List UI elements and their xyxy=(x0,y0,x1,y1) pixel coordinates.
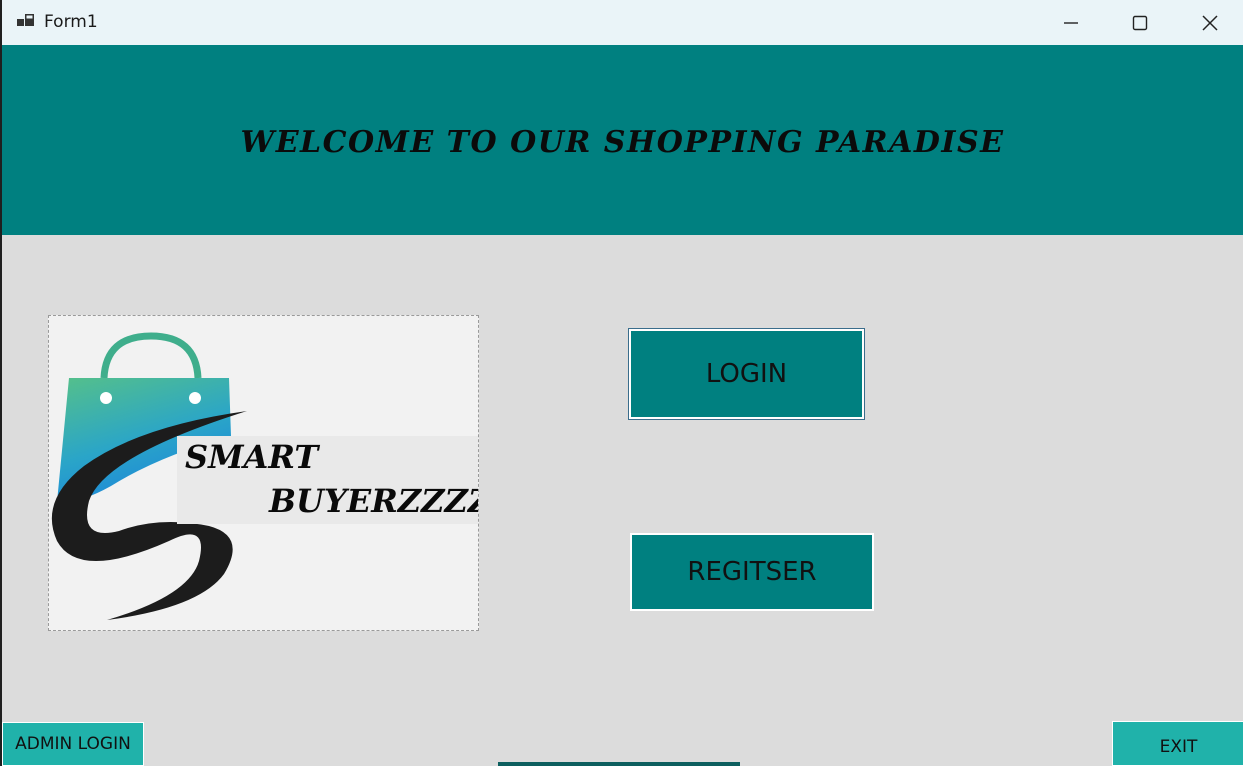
admin-login-button[interactable]: ADMIN LOGIN xyxy=(2,722,144,766)
login-button[interactable]: LOGIN xyxy=(628,328,865,420)
close-icon xyxy=(1202,14,1218,31)
minimize-button[interactable] xyxy=(1036,0,1106,45)
logo-text-buyerzzzz: BUYERZZZZ xyxy=(269,482,479,520)
header-banner: WELCOME TO OUR SHOPPING PARADISE xyxy=(2,45,1243,235)
smart-buyerzzzz-logo: SMART BUYERZZZZ xyxy=(48,315,479,631)
app-window: Form1 WELCOME TO OUR SHOPPING PARADISE S… xyxy=(0,0,1243,766)
close-button[interactable] xyxy=(1175,0,1243,45)
register-button[interactable]: REGITSER xyxy=(630,533,874,611)
maximize-button[interactable] xyxy=(1105,0,1175,45)
title-bar: Form1 xyxy=(2,0,1243,45)
app-window-icon xyxy=(16,12,36,30)
window-title: Form1 xyxy=(44,12,98,32)
welcome-heading: WELCOME TO OUR SHOPPING PARADISE xyxy=(240,125,1005,160)
minimize-icon xyxy=(1064,21,1078,24)
logo-text-smart: SMART xyxy=(185,438,319,476)
exit-button[interactable]: EXIT xyxy=(1112,721,1243,766)
background-strip xyxy=(498,762,740,766)
maximize-icon xyxy=(1132,15,1148,30)
